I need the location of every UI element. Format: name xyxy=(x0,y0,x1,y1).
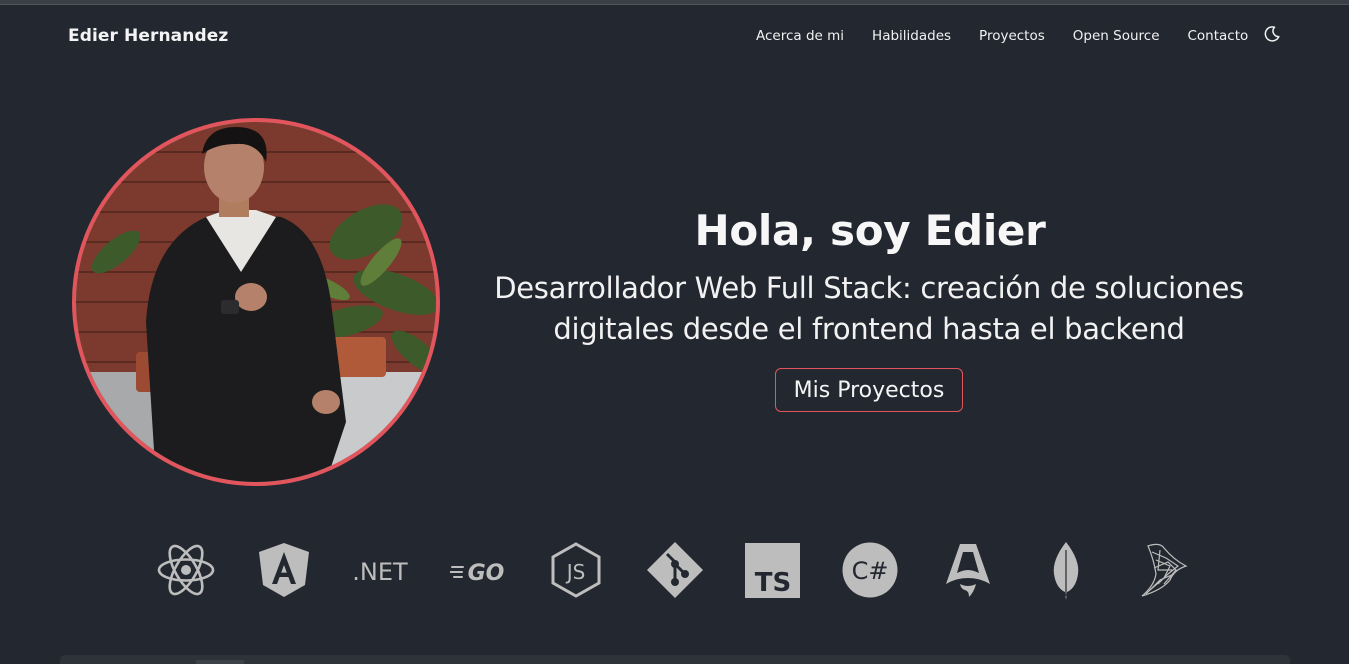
react-icon xyxy=(156,540,216,600)
theme-toggle-button[interactable] xyxy=(1262,24,1282,44)
mongodb-icon xyxy=(1036,540,1096,600)
hero-subtitle: Desarrollador Web Full Stack: creación d… xyxy=(455,268,1283,350)
go-label: GO xyxy=(468,561,505,586)
dotnet-label: .NET xyxy=(352,558,408,586)
angular-icon xyxy=(254,540,314,600)
typescript-icon: TS xyxy=(742,540,802,600)
dotnet-icon: .NET xyxy=(350,540,410,600)
horizontal-scrollbar-track[interactable] xyxy=(60,655,1290,664)
sql-server-icon xyxy=(1134,540,1194,600)
profile-photo xyxy=(72,118,440,486)
nodejs-icon: JS xyxy=(546,540,606,600)
go-icon: GO xyxy=(450,540,510,600)
nav-link-open-source[interactable]: Open Source xyxy=(1073,28,1160,44)
git-icon xyxy=(645,540,705,600)
hero-title: Hola, soy Edier xyxy=(694,206,1046,255)
nav-link-about[interactable]: Acerca de mi xyxy=(756,28,844,44)
hero-subtitle-line-1: Desarrollador Web Full Stack: creación d… xyxy=(494,271,1244,305)
nav-link-skills[interactable]: Habilidades xyxy=(872,28,951,44)
hero-subtitle-line-2: digitales desde el frontend hasta el bac… xyxy=(553,312,1185,346)
nav-link-contact[interactable]: Contacto xyxy=(1188,28,1249,44)
typescript-label: TS xyxy=(755,568,791,598)
nodejs-label: JS xyxy=(565,560,586,584)
brand-name[interactable]: Edier Hernandez xyxy=(68,26,228,46)
csharp-label: C# xyxy=(852,557,889,585)
nav-link-projects[interactable]: Proyectos xyxy=(979,28,1045,44)
navbar: Edier Hernandez Acerca de mi Habilidades… xyxy=(0,5,1349,69)
moon-icon xyxy=(1264,26,1280,42)
nav-links: Acerca de mi Habilidades Proyectos Open … xyxy=(756,28,1248,44)
astro-icon xyxy=(938,540,998,600)
my-projects-button[interactable]: Mis Proyectos xyxy=(775,368,963,412)
csharp-icon: C# xyxy=(840,540,900,600)
horizontal-scrollbar-thumb[interactable] xyxy=(196,660,244,664)
